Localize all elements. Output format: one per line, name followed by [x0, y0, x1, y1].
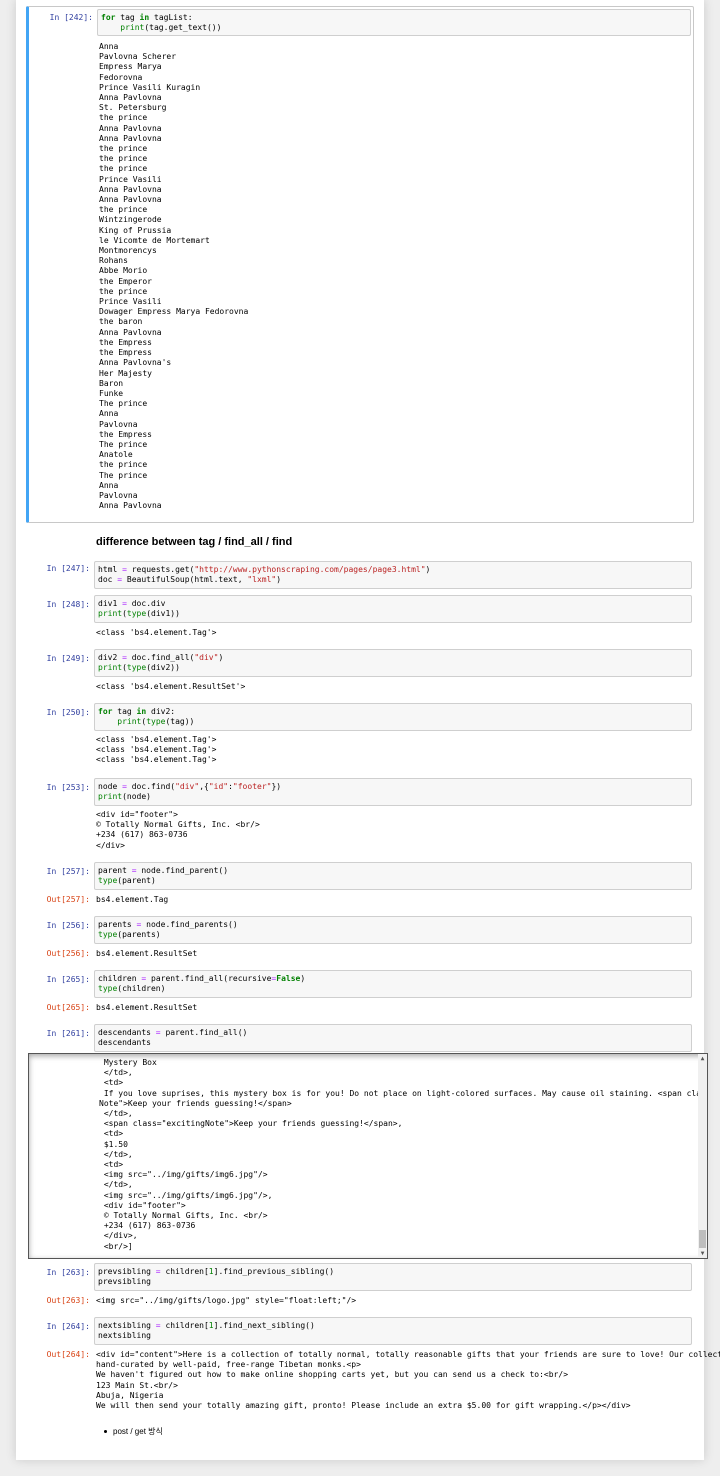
notebook-container: In [242]: for tag in tagList: print(tag.…: [16, 0, 720, 1460]
code-cell[interactable]: In [257]: parent = node.find_parent() ty…: [26, 862, 694, 906]
input-prompt: In [248]:: [46, 600, 90, 609]
code-cell[interactable]: In [249]: div2 = doc.find_all("div") pri…: [26, 649, 694, 695]
input-prompt: In [253]:: [46, 783, 90, 792]
code-cell[interactable]: In [265]: children = parent.find_all(rec…: [26, 970, 694, 1014]
code-input[interactable]: div2 = doc.find_all("div") print(type(di…: [94, 649, 692, 677]
output-prompt: Out[265]:: [46, 1003, 90, 1012]
scrollable-output[interactable]: Mystery Box </td>, <td> If you love supr…: [28, 1053, 708, 1259]
output-prompt: Out[264]:: [46, 1350, 90, 1359]
input-prompt: In [250]:: [46, 708, 90, 717]
bullet-icon: [104, 1430, 107, 1434]
output-prompt: Out[263]:: [46, 1296, 90, 1305]
output-prompt: Out[257]:: [46, 895, 90, 904]
code-input[interactable]: nextsibling = children[1].find_next_sibl…: [94, 1317, 692, 1345]
code-input[interactable]: descendants = parent.find_all() descenda…: [94, 1024, 692, 1052]
cell-output: Mystery Box </td>, <td> If you love supr…: [99, 1058, 707, 1251]
input-prompt: In [264]:: [46, 1322, 90, 1331]
cell-output: bs4.element.ResultSet: [96, 1003, 198, 1012]
scrollbar-thumb[interactable]: [699, 1230, 706, 1248]
cell-output: <class 'bs4.element.Tag'>: [96, 628, 217, 637]
code-cell[interactable]: In [261]: descendants = parent.find_all(…: [26, 1024, 694, 1052]
code-cell[interactable]: In [242]: for tag in tagList: print(tag.…: [26, 6, 694, 523]
cell-output: Anna Pavlovna Scherer Empress Marya Fedo…: [99, 42, 249, 511]
code-input[interactable]: node = doc.find("div",{"id":"footer"}) p…: [94, 778, 692, 806]
input-prompt: In [263]:: [46, 1268, 90, 1277]
code-input[interactable]: for tag in div2: print(type(tag)): [94, 703, 692, 731]
output-prompt: Out[256]:: [46, 949, 90, 958]
code-cell[interactable]: In [256]: parents = node.find_parents() …: [26, 916, 694, 960]
code-input[interactable]: prevsibling = children[1].find_previous_…: [94, 1263, 692, 1291]
cell-output: <class 'bs4.element.ResultSet'>: [96, 682, 246, 691]
scroll-up-arrow-icon[interactable]: ▲: [699, 1055, 706, 1062]
code-input[interactable]: parents = node.find_parents() type(paren…: [94, 916, 692, 944]
input-prompt: In [265]:: [46, 975, 90, 984]
cell-output: <class 'bs4.element.Tag'> <class 'bs4.el…: [96, 735, 217, 765]
code-input[interactable]: for tag in tagList: print(tag.get_text()…: [97, 9, 691, 36]
code-input[interactable]: div1 = doc.div print(type(div1)): [94, 595, 692, 623]
cell-output: bs4.element.ResultSet: [96, 949, 198, 958]
markdown-heading: difference between tag / find_all / find: [96, 536, 293, 548]
cell-output: <img src="../img/gifts/logo.jpg" style="…: [96, 1296, 357, 1305]
cell-output: bs4.element.Tag: [96, 895, 169, 904]
scroll-down-arrow-icon[interactable]: ▼: [699, 1250, 706, 1257]
input-prompt: In [249]:: [46, 654, 90, 663]
list-item-text: post / get 방식: [113, 1427, 163, 1436]
code-cell[interactable]: In [263]: prevsibling = children[1].find…: [26, 1263, 694, 1307]
input-prompt: In [242]:: [49, 13, 93, 22]
code-input[interactable]: html = requests.get("http://www.pythonsc…: [94, 561, 692, 589]
cell-output: <div id="footer"> © Totally Normal Gifts…: [96, 810, 260, 850]
code-cell[interactable]: In [253]: node = doc.find("div",{"id":"f…: [26, 778, 694, 854]
scrollbar[interactable]: ▲ ▼: [698, 1054, 707, 1258]
code-input[interactable]: children = parent.find_all(recursive=Fal…: [94, 970, 692, 998]
cell-output: <div id="content">Here is a collection o…: [96, 1350, 720, 1411]
input-prompt: In [261]:: [46, 1029, 90, 1038]
markdown-list-item: post / get 방식: [104, 1426, 163, 1437]
code-cell[interactable]: In [248]: div1 = doc.div print(type(div1…: [26, 595, 694, 641]
code-cell[interactable]: In [247]: html = requests.get("http://ww…: [26, 561, 694, 589]
input-prompt: In [247]:: [46, 564, 90, 573]
code-cell[interactable]: In [264]: nextsibling = children[1].find…: [26, 1317, 720, 1413]
code-input[interactable]: parent = node.find_parent() type(parent): [94, 862, 692, 890]
input-prompt: In [256]:: [46, 921, 90, 930]
code-cell[interactable]: In [250]: for tag in div2: print(type(ta…: [26, 703, 694, 769]
input-prompt: In [257]:: [46, 867, 90, 876]
